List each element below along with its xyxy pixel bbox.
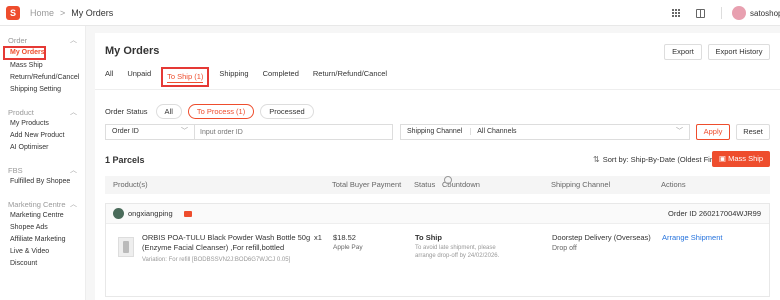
column-header-products: Product(s) (113, 180, 148, 189)
tab-to-ship[interactable]: To Ship (1) (161, 67, 210, 87)
arrange-shipment-link[interactable]: Arrange Shipment (662, 233, 722, 242)
product-quantity: x1 (314, 233, 322, 242)
shipping-channel: Doorstep Delivery (Overseas) (552, 233, 651, 242)
sidebar-section-product[interactable]: Product ︿ (0, 106, 85, 118)
tab-shipping[interactable]: Shipping (219, 67, 248, 87)
sort-control[interactable]: ⇅ Sort by: Ship-By-Date (Oldest First) (593, 155, 721, 164)
user-avatar[interactable] (732, 6, 746, 20)
breadcrumb-separator: > (60, 7, 66, 18)
order-id-input[interactable] (195, 124, 393, 140)
sidebar-item-marketing-centre[interactable]: Marketing Centre (0, 210, 85, 222)
chevron-up-icon: ︿ (70, 201, 77, 208)
export-history-button[interactable]: Export History (708, 44, 770, 60)
order-id: Order ID 260217004WJR99 (668, 209, 761, 218)
sidebar-item-ai-optimiser[interactable]: AI Optimiser (0, 142, 85, 154)
reset-button[interactable]: Reset (736, 124, 770, 140)
product-thumbnail[interactable] (118, 237, 134, 257)
main-panel: My Orders Export Export History All Unpa… (95, 33, 780, 300)
chevron-down-icon: ﹀ (676, 128, 683, 135)
sidebar-item-affiliate-marketing[interactable]: Affiliate Marketing (0, 234, 85, 246)
tab-completed[interactable]: Completed (263, 67, 299, 87)
status-pill-all[interactable]: All (155, 103, 182, 119)
chevron-up-icon: ︿ (70, 167, 77, 174)
sidebar-item-add-new-product[interactable]: Add New Product (0, 130, 85, 142)
shipping-channel-value: All Channels (470, 128, 517, 135)
order-status: To Ship (415, 233, 442, 242)
apps-grid-icon[interactable] (672, 9, 680, 17)
payment-method: Apple Pay (333, 244, 363, 251)
sidebar-item-my-orders[interactable]: My Orders (3, 46, 46, 60)
column-header-status: Status (414, 180, 436, 189)
username[interactable]: satoshop (750, 9, 780, 18)
help-icon[interactable]: ? (444, 176, 452, 189)
column-header-total-payment: Total Buyer Payment (332, 180, 402, 189)
sidebar-item-fulfilled-by-shopee[interactable]: Fulfilled By Shopee (0, 176, 85, 188)
product-variation: Variation: For refill [BODBSSVN2J:BOD6G7… (142, 257, 291, 263)
tab-unpaid[interactable]: Unpaid (127, 67, 151, 87)
top-bar: S Home > My Orders satoshop (0, 0, 780, 26)
order-tabs: All Unpaid To Ship (1) Shipping Complete… (105, 67, 401, 87)
sidebar-section-marketing-centre[interactable]: Marketing Centre ︿ (0, 198, 85, 210)
chevron-down-icon: ﹀ (181, 128, 188, 135)
sidebar-item-shopee-ads[interactable]: Shopee Ads (0, 222, 85, 234)
chevron-up-icon: ︿ (70, 37, 77, 44)
apply-button[interactable]: Apply (696, 124, 730, 140)
order-header: ongxiangping Order ID 260217004WJR99 (106, 204, 769, 224)
chevron-up-icon: ︿ (70, 109, 77, 116)
column-header-actions: Actions (661, 180, 686, 189)
book-icon[interactable] (696, 8, 705, 18)
shipping-method: Drop off (552, 245, 577, 252)
sidebar-item-my-products[interactable]: My Products (0, 118, 85, 130)
sidebar-item-discount[interactable]: Discount (0, 258, 85, 270)
sidebar-section-order[interactable]: Order ︿ (0, 34, 85, 46)
tab-return-refund-cancel[interactable]: Return/Refund/Cancel (313, 67, 387, 87)
buyer-payment-amount: $18.52 (333, 233, 356, 242)
status-pill-to-process[interactable]: To Process (1) (187, 103, 255, 119)
sidebar-item-live-video[interactable]: Live & Video (0, 246, 85, 258)
order-status-filter: Order Status All To Process (1) Processe… (105, 103, 320, 119)
buyer-avatar[interactable] (113, 208, 124, 219)
divider (721, 7, 722, 19)
status-pill-processed[interactable]: Processed (260, 103, 314, 119)
order-card: ongxiangping Order ID 260217004WJR99 ORB… (105, 203, 770, 297)
tabs-divider (95, 89, 780, 90)
sidebar-item-mass-ship[interactable]: Mass Ship (0, 60, 85, 72)
shipping-channel-select[interactable]: Shipping Channel All Channels ﹀ (400, 124, 690, 140)
page-title: My Orders (105, 45, 160, 57)
tab-all[interactable]: All (105, 67, 113, 87)
sidebar-item-return-refund-cancel[interactable]: Return/Refund/Cancel (0, 72, 85, 84)
order-status-label: Order Status (105, 106, 148, 116)
breadcrumb-home[interactable]: Home (30, 8, 54, 18)
parcels-count: 1 Parcels (105, 155, 145, 165)
sidebar: Order ︿ My Orders Mass Ship Return/Refund… (0, 26, 86, 300)
truck-icon: ▣ (718, 154, 729, 163)
export-button[interactable]: Export (664, 44, 702, 60)
sidebar-item-shipping-setting[interactable]: Shipping Setting (0, 84, 85, 96)
sort-icon: ⇅ (593, 155, 600, 164)
search-type-select[interactable]: Order ID ﹀ (105, 124, 195, 140)
shopee-logo-icon[interactable]: S (6, 5, 20, 20)
sidebar-section-fbs[interactable]: FBS ︿ (0, 164, 85, 176)
column-header-shipping-channel: Shipping Channel (551, 180, 611, 189)
chat-icon[interactable] (184, 211, 192, 217)
mass-ship-button[interactable]: ▣ Mass Ship (712, 151, 770, 167)
buyer-name[interactable]: ongxiangping (128, 204, 173, 224)
orders-table-header: Product(s) Total Buyer Payment Status Co… (105, 176, 770, 194)
shipping-channel-label: Shipping Channel (407, 128, 463, 135)
product-name[interactable]: ORBIS POA-TULU Black Powder Wash Bottle … (142, 233, 312, 253)
status-note: To avoid late shipment, please arrange d… (415, 245, 500, 259)
breadcrumb-current: My Orders (71, 7, 114, 18)
